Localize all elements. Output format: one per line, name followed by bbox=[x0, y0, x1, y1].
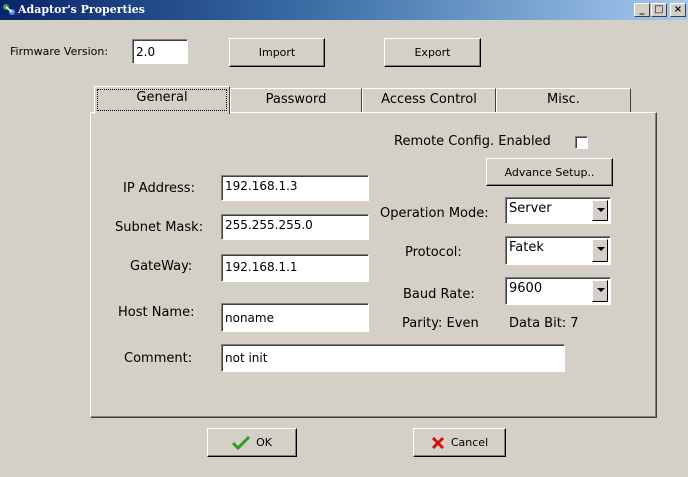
protocol-label: Protocol: bbox=[405, 245, 462, 260]
cancel-x-icon bbox=[431, 436, 444, 449]
subnet-mask-label: Subnet Mask: bbox=[115, 220, 204, 235]
operation-mode-label: Operation Mode: bbox=[380, 206, 489, 221]
network-icon bbox=[3, 4, 15, 15]
minimize-button[interactable]: _ bbox=[634, 3, 650, 17]
ok-button[interactable]: OK bbox=[207, 428, 297, 457]
data-bit-text: Data Bit: 7 bbox=[509, 316, 579, 331]
firmware-version-field[interactable]: 2.0 bbox=[132, 39, 188, 64]
remote-config-label: Remote Config. Enabled bbox=[394, 134, 551, 149]
parity-text: Parity: Even bbox=[402, 316, 479, 331]
host-name-label: Host Name: bbox=[118, 305, 195, 320]
comment-field[interactable]: not init bbox=[221, 344, 565, 372]
ip-address-field[interactable]: 192.168.1.3 bbox=[221, 175, 369, 201]
cancel-button[interactable]: Cancel bbox=[413, 428, 506, 457]
remote-config-checkbox[interactable] bbox=[575, 136, 588, 149]
close-button[interactable]: × bbox=[670, 3, 686, 17]
chevron-down-icon[interactable] bbox=[592, 280, 608, 302]
maximize-button[interactable]: □ bbox=[651, 3, 667, 17]
title-bar[interactable]: Adaptor's Properties _ □ × bbox=[0, 0, 688, 20]
tab-misc[interactable]: Misc. bbox=[496, 88, 631, 112]
tab-password[interactable]: Password bbox=[230, 88, 362, 112]
ip-address-label: IP Address: bbox=[123, 181, 195, 196]
operation-mode-select[interactable]: Server bbox=[505, 197, 611, 224]
checkmark-icon bbox=[232, 435, 251, 450]
window-title: Adaptor's Properties bbox=[18, 3, 145, 16]
baud-rate-select[interactable]: 9600 bbox=[505, 277, 611, 305]
host-name-field[interactable]: noname bbox=[221, 303, 369, 332]
import-button[interactable]: Import bbox=[229, 38, 325, 67]
subnet-mask-field[interactable]: 255.255.255.0 bbox=[221, 214, 369, 240]
chevron-down-icon[interactable] bbox=[592, 200, 608, 221]
advance-setup-button[interactable]: Advance Setup.. bbox=[486, 158, 613, 186]
tab-general[interactable]: General bbox=[94, 86, 230, 114]
comment-label: Comment: bbox=[124, 351, 193, 366]
firmware-version-label: Firmware Version: bbox=[10, 45, 109, 58]
gateway-label: GateWay: bbox=[130, 259, 193, 274]
baud-rate-label: Baud Rate: bbox=[403, 287, 475, 302]
export-button[interactable]: Export bbox=[384, 38, 481, 67]
gateway-field[interactable]: 192.168.1.1 bbox=[221, 254, 369, 282]
protocol-select[interactable]: Fatek bbox=[505, 236, 611, 265]
tab-access-control[interactable]: Access Control bbox=[362, 88, 496, 112]
chevron-down-icon[interactable] bbox=[592, 239, 608, 262]
